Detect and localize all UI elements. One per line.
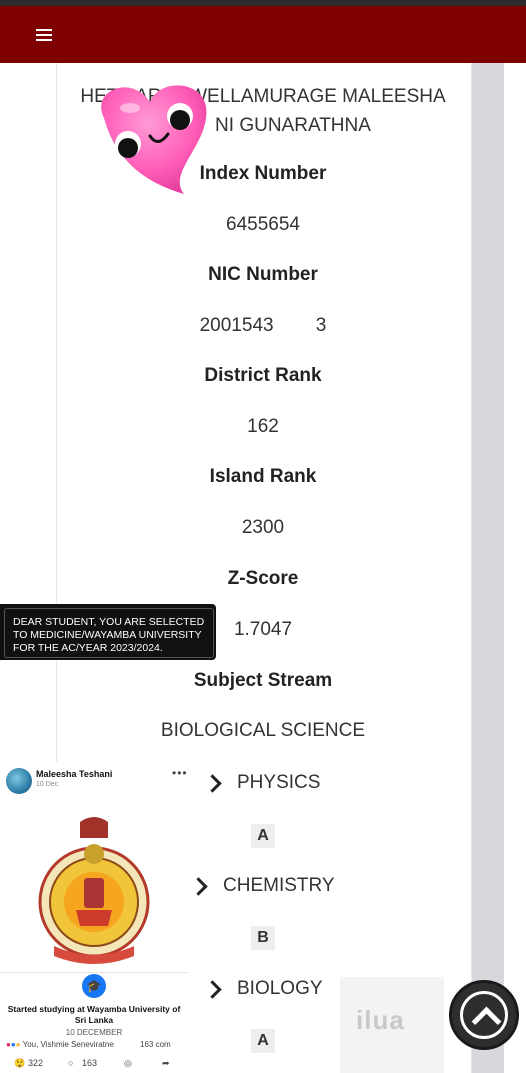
subject-name-physics: PHYSICS <box>237 772 321 793</box>
island-rank-value: 2300 <box>241 517 285 538</box>
more-options-icon[interactable]: ••• <box>172 766 188 780</box>
nic-number-value: 2001543 3 <box>199 315 327 336</box>
right-edge <box>504 63 526 1073</box>
post-actions-bar: 😲 322 ○ 163 ◎ ➦ <box>0 1056 188 1073</box>
subject-stream-value: BIOLOGICAL SCIENCE <box>160 720 366 741</box>
subject-grade-chemistry: B <box>251 926 275 950</box>
scroll-top-ring <box>460 991 508 1039</box>
reaction-emoji-icon[interactable]: 😲 <box>14 1058 25 1069</box>
index-number-value: 6455654 <box>226 214 300 235</box>
top-navbar <box>0 6 526 63</box>
divider <box>0 972 188 973</box>
district-rank-label: District Rank <box>204 365 322 386</box>
subject-grade-biology: A <box>251 1029 275 1053</box>
reactors-text: You, Vishmie Seneviratne <box>22 1040 114 1049</box>
avatar[interactable] <box>6 768 32 794</box>
subject-name-biology: BIOLOGY <box>237 978 323 999</box>
reaction-summary[interactable]: ●●● You, Vishmie Seneviratne <box>6 1040 114 1049</box>
selection-banner-text: DEAR STUDENT, YOU ARE SELECTED TO MEDICI… <box>13 616 205 654</box>
subject-grade-physics: A <box>251 824 275 848</box>
heart-emoji-sticker-icon <box>101 85 207 194</box>
facebook-post-overlay[interactable]: Maleesha Teshani 10 Dec ••• 🎓 Started st… <box>0 762 188 1073</box>
island-rank-label: Island Rank <box>209 466 317 487</box>
district-rank-value: 162 <box>247 416 279 437</box>
selection-banner: DEAR STUDENT, YOU ARE SELECTED TO MEDICI… <box>0 604 216 660</box>
post-life-event-title: Started studying at Wayamba University o… <box>7 1004 181 1025</box>
subject-stream-label: Subject Stream <box>193 670 333 691</box>
graduation-cap-icon: 🎓 <box>82 974 106 998</box>
nic-number-label: NIC Number <box>208 264 318 285</box>
comments-count-short[interactable]: 163 com <box>140 1040 171 1049</box>
university-emblem-icon <box>38 817 150 964</box>
scroll-to-top-button[interactable] <box>449 980 519 1050</box>
share-icon[interactable]: ➦ <box>162 1058 170 1069</box>
chevron-up-icon <box>471 1006 502 1037</box>
post-life-event-date: 10 DECEMBER <box>65 1028 123 1037</box>
whatsapp-icon[interactable]: ◎ <box>124 1058 132 1069</box>
reaction-icons: ● <box>15 1040 21 1049</box>
post-author-name[interactable]: Maleesha Teshani <box>36 769 112 779</box>
z-score-label: Z-Score <box>227 568 299 589</box>
comment-icon[interactable]: ○ <box>68 1058 73 1068</box>
hamburger-menu-icon[interactable] <box>36 26 52 42</box>
right-gutter <box>470 63 504 1073</box>
watermark-logo: ilua <box>340 977 444 1073</box>
post-timestamp: 10 Dec <box>36 781 59 788</box>
comments-count[interactable]: 163 <box>82 1058 97 1068</box>
watermark-text: ilua <box>356 1005 405 1035</box>
subject-name-chemistry: CHEMISTRY <box>223 875 335 896</box>
likes-count[interactable]: 322 <box>28 1058 43 1068</box>
